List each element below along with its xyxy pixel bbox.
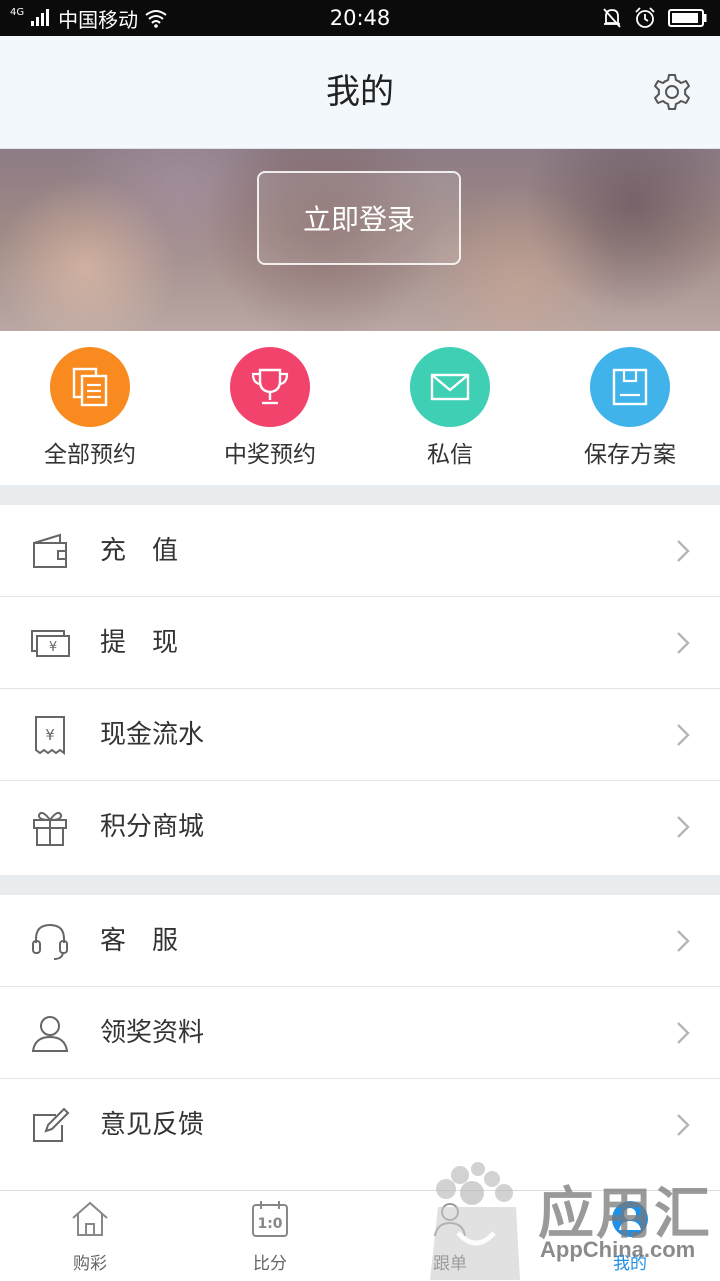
shortcut-saved-plans[interactable]: 保存方案 xyxy=(540,331,720,485)
headset-icon xyxy=(32,923,68,960)
home-icon xyxy=(72,1201,108,1236)
menu-label: 提 现 xyxy=(100,628,179,658)
alarm-icon xyxy=(635,7,655,28)
svg-text:¥: ¥ xyxy=(49,640,57,655)
menu-label: 积分商城 xyxy=(100,812,205,842)
documents-icon xyxy=(72,367,108,407)
chevron-right-icon xyxy=(677,540,690,562)
svg-text:¥: ¥ xyxy=(45,726,55,744)
page-title: 我的 xyxy=(326,72,394,112)
menu-item-withdraw[interactable]: ¥ 提 现 xyxy=(0,597,720,689)
shortcut-icon-bg xyxy=(230,347,310,427)
menu-item-prize-info[interactable]: 领奖资料 xyxy=(0,987,720,1079)
menu-item-recharge[interactable]: 充 值 xyxy=(0,505,720,597)
menu-label: 充 值 xyxy=(100,536,179,566)
shortcut-all-reservations[interactable]: 全部预约 xyxy=(0,331,180,485)
cash-icon: ¥ xyxy=(31,630,70,657)
appchina-watermark: 应用汇 AppChina.com xyxy=(420,1155,720,1280)
section-divider xyxy=(0,875,720,895)
edit-icon xyxy=(33,1107,70,1142)
nav-tab-scores[interactable]: 1:0 比分 xyxy=(180,1191,360,1281)
shortcut-icon-bg xyxy=(590,347,670,427)
shortcut-winning-reservations[interactable]: 中奖预约 xyxy=(180,331,360,485)
chevron-right-icon xyxy=(677,632,690,654)
shortcut-label: 保存方案 xyxy=(584,442,676,468)
chevron-right-icon xyxy=(677,1022,690,1044)
nav-label: 购彩 xyxy=(73,1254,107,1274)
calendar-score-icon: 1:0 xyxy=(252,1201,288,1237)
menu-label: 现金流水 xyxy=(100,720,205,750)
chevron-right-icon xyxy=(677,930,690,952)
menu-group-support: 客 服 领奖资料 意见反馈 xyxy=(0,895,720,1171)
gear-icon[interactable] xyxy=(652,72,692,112)
user-icon xyxy=(31,1016,69,1052)
trophy-icon xyxy=(251,368,289,405)
mute-icon xyxy=(603,8,621,28)
chevron-right-icon xyxy=(677,724,690,746)
watermark-en-text: AppChina.com xyxy=(540,1237,696,1262)
shortcut-row: 全部预约 中奖预约 私信 保存方案 xyxy=(0,331,720,485)
watermark-mascot-icon xyxy=(430,1162,520,1280)
shortcut-label: 全部预约 xyxy=(44,442,136,468)
save-icon xyxy=(612,368,648,406)
shortcut-icon-bg xyxy=(50,347,130,427)
status-bar: 4G 中国移动 20:48 xyxy=(0,0,720,36)
login-button[interactable]: 立即登录 xyxy=(257,171,461,265)
nav-tab-buy-lottery[interactable]: 购彩 xyxy=(0,1191,180,1281)
battery-icon xyxy=(668,9,707,27)
section-divider xyxy=(0,485,720,505)
gift-icon xyxy=(33,811,67,846)
menu-item-points-mall[interactable]: 积分商城 xyxy=(0,781,720,873)
shortcut-messages[interactable]: 私信 xyxy=(360,331,540,485)
wallet-icon xyxy=(33,533,67,568)
menu-item-customer-service[interactable]: 客 服 xyxy=(0,895,720,987)
page-header: 我的 xyxy=(0,36,720,149)
menu-label: 领奖资料 xyxy=(100,1018,205,1048)
chevron-right-icon xyxy=(677,816,690,838)
shortcut-icon-bg xyxy=(410,347,490,427)
status-right xyxy=(602,0,708,36)
nav-label: 比分 xyxy=(253,1254,287,1274)
shortcut-label: 私信 xyxy=(427,442,473,468)
menu-label: 客 服 xyxy=(100,926,179,956)
menu-group-finance: 充 值 ¥ 提 现 ¥ 现金流水 积分商城 xyxy=(0,505,720,873)
profile-banner: 立即登录 xyxy=(0,149,720,331)
menu-item-cash-flow[interactable]: ¥ 现金流水 xyxy=(0,689,720,781)
receipt-icon: ¥ xyxy=(35,716,65,755)
chevron-right-icon xyxy=(677,1114,690,1136)
svg-text:1:0: 1:0 xyxy=(257,1216,282,1232)
envelope-icon xyxy=(430,373,470,401)
menu-label: 意见反馈 xyxy=(100,1110,205,1140)
shortcut-label: 中奖预约 xyxy=(224,442,316,468)
